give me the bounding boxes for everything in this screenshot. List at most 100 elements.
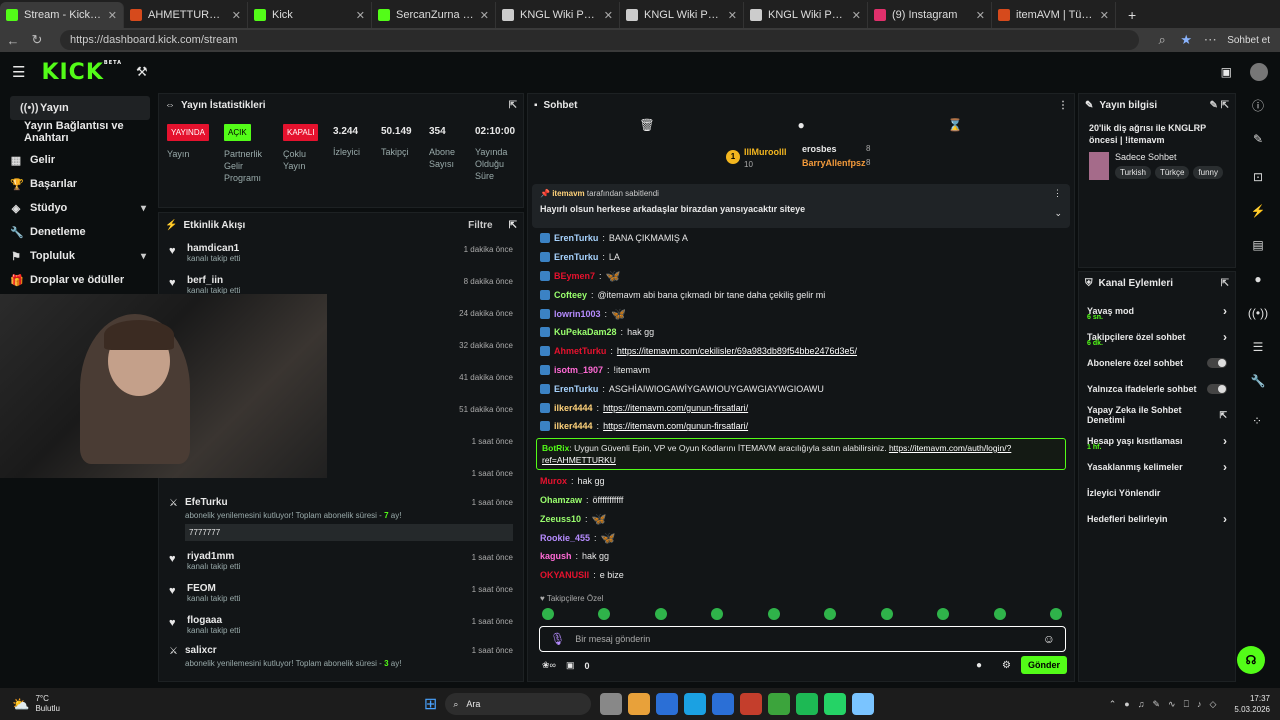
new-tab-icon[interactable]: + xyxy=(1128,7,1136,23)
taskbar-app-icon[interactable] xyxy=(600,693,623,715)
channel-action[interactable]: Yavaş mod 6 sn. › xyxy=(1079,298,1235,324)
url-field[interactable]: https://dashboard.kick.com/stream xyxy=(60,30,1140,50)
star-icon[interactable]: ★ xyxy=(1179,32,1193,48)
browser-tab[interactable]: (9) Instagram ✕ xyxy=(868,2,992,28)
tag-pill[interactable]: Türkçe xyxy=(1154,166,1190,179)
close-icon[interactable]: ✕ xyxy=(852,9,861,22)
bolt-icon[interactable]: ⚡ xyxy=(1238,199,1278,223)
toggle-switch[interactable] xyxy=(1207,384,1227,394)
extensions-icon[interactable]: ⋯ xyxy=(1203,32,1217,48)
browser-tab[interactable]: Kick ✕ xyxy=(248,2,372,28)
emoji-icon[interactable]: ☺ xyxy=(1043,632,1055,646)
activity-user[interactable]: EfeTurku xyxy=(185,497,515,508)
send-button[interactable]: Gönder xyxy=(1021,656,1067,674)
emote-icon[interactable] xyxy=(1049,608,1062,620)
sidebar-item[interactable]: ⚑ Topluluk ▾ xyxy=(0,244,156,268)
channel-action[interactable]: Takipçilere özel sohbet 6 dk. › xyxy=(1079,324,1235,350)
chat-settings-icon[interactable]: ● xyxy=(976,660,982,671)
chat-username[interactable]: AhmetTurku xyxy=(554,345,606,357)
hammer-icon[interactable]: ⚒ xyxy=(136,64,148,80)
channel-action[interactable]: Hesap yaşı kısıtlaması 1 hf. › xyxy=(1079,428,1235,454)
close-icon[interactable]: ✕ xyxy=(480,9,489,22)
pencil-icon[interactable]: ✎ xyxy=(1238,127,1278,151)
sidebar-item[interactable]: Yayın Bağlantısı ve Anahtarı xyxy=(0,120,156,144)
category-name[interactable]: Sadece Sohbet xyxy=(1115,152,1223,162)
browser-tab[interactable]: AHMETTURKU X ITEMAVM ✕ xyxy=(124,2,248,28)
close-icon[interactable]: ✕ xyxy=(232,9,241,22)
edit-icon[interactable]: ✎ ⇱ xyxy=(1209,100,1229,111)
chat-username[interactable]: BEymen7 xyxy=(554,270,595,282)
chat-link[interactable]: https://itemavm.com/gunun-firsatlari/ xyxy=(603,402,748,414)
menu-icon[interactable]: ☰ xyxy=(12,63,25,81)
sliders-icon[interactable]: ☰ xyxy=(1238,335,1278,359)
taskbar-search[interactable]: ⌕ Ara xyxy=(445,693,592,715)
emote-icon[interactable] xyxy=(993,608,1006,620)
bot-username[interactable]: BotRix xyxy=(542,443,569,453)
sidebar-item[interactable]: ((•)) Yayın xyxy=(10,96,150,120)
chat-username[interactable]: isotm_1907 xyxy=(554,364,603,376)
emote-icon[interactable] xyxy=(937,608,950,620)
sidebar-item[interactable]: ◈ Stüdyo ▾ xyxy=(0,196,156,220)
chat-username[interactable]: Murox xyxy=(540,475,567,487)
profile-label[interactable]: Sohbet et xyxy=(1227,35,1270,46)
wrench-icon[interactable]: 🔧 xyxy=(1238,369,1278,393)
chat-username[interactable]: KuPekaDam28 xyxy=(554,326,617,338)
chat-username[interactable]: ErenTurku xyxy=(554,251,598,263)
emote-icon[interactable] xyxy=(542,608,554,620)
close-icon[interactable]: ✕ xyxy=(356,9,365,22)
trash-icon[interactable]: 🗑 xyxy=(639,118,654,132)
taskbar-app-icon[interactable] xyxy=(740,693,763,715)
mic-icon[interactable]: 🎙 xyxy=(550,632,565,646)
taskbar-app-icon[interactable] xyxy=(628,693,651,715)
windows-start-icon[interactable]: ⊞ xyxy=(424,694,437,714)
browser-tab[interactable]: KNGL Wiki Portal ✕ xyxy=(620,2,744,28)
browser-tab[interactable]: KNGL Wiki Portal ✕ xyxy=(744,2,868,28)
support-fab[interactable]: ☊ xyxy=(1237,646,1265,674)
hourglass-icon[interactable]: ⌛ xyxy=(948,118,963,132)
close-icon[interactable]: ✕ xyxy=(1100,9,1109,22)
sidebar-item[interactable]: ▦ Gelir xyxy=(0,148,156,172)
channel-action[interactable]: Yalnızca ifadelerle sohbet xyxy=(1079,376,1235,402)
taskbar-app-icon[interactable] xyxy=(656,693,679,715)
pinned-message[interactable]: 📌 itemavm tarafından sabitlendi Hayırlı … xyxy=(532,184,1070,228)
emote-icon[interactable] xyxy=(598,608,611,620)
chat-username[interactable]: Rookie_455 xyxy=(540,532,590,544)
popout-icon[interactable]: ⇱ xyxy=(509,220,517,231)
emote-icon[interactable] xyxy=(824,608,837,620)
chevron-down-icon[interactable]: ⌄ xyxy=(1054,208,1062,219)
tag-pill[interactable]: funny xyxy=(1193,166,1223,179)
chat-username[interactable]: Zeeuss10 xyxy=(540,513,581,525)
channel-action[interactable]: İzleyici Yönlendir xyxy=(1079,480,1235,506)
channel-action[interactable]: Yasaklanmış kelimeler › xyxy=(1079,454,1235,480)
sidebar-item[interactable]: 🔧 Denetleme xyxy=(0,220,156,244)
chat-username[interactable]: ErenTurku xyxy=(554,383,598,395)
taskbar-app-icon[interactable] xyxy=(684,693,707,715)
chat-username[interactable]: ErenTurku xyxy=(554,232,598,244)
browser-tab[interactable]: KNGL Wiki Portal ✕ xyxy=(496,2,620,28)
kick-logo[interactable]: KICKBETA xyxy=(41,60,122,85)
taskbar-app-icon[interactable] xyxy=(852,693,875,715)
channel-action[interactable]: Hedefleri belirleyin › xyxy=(1079,506,1235,532)
close-icon[interactable]: ✕ xyxy=(108,9,117,22)
chat-link[interactable]: https://itemavm.com/cekilisler/69a983db8… xyxy=(617,345,857,357)
treasure-icon[interactable]: ▣ xyxy=(566,660,575,671)
camera-icon[interactable]: ▣ xyxy=(1221,65,1232,79)
chat-bubble-icon[interactable]: ● xyxy=(798,118,805,132)
gifts-icon[interactable]: ❀∞ xyxy=(542,660,556,671)
tag-pill[interactable]: Turkish xyxy=(1115,166,1151,179)
chat-username[interactable]: ilker4444 xyxy=(554,420,593,432)
taskbar-app-icon[interactable] xyxy=(768,693,791,715)
chat-icon[interactable]: ● xyxy=(1238,267,1278,291)
chat-username[interactable]: lowrin1003 xyxy=(554,308,601,320)
browser-tab[interactable]: itemAVM | Türkiye'nin # ✕ xyxy=(992,2,1116,28)
popout-icon[interactable]: ⇱ xyxy=(1221,278,1229,289)
capture-icon[interactable]: ⊡ xyxy=(1238,165,1278,189)
avatar[interactable] xyxy=(1250,63,1268,81)
taskbar-app-icon[interactable] xyxy=(824,693,847,715)
clipboard-icon[interactable]: ▤ xyxy=(1238,233,1278,257)
chat-input[interactable]: 🎙 Bir mesaj gönderin ☺ xyxy=(539,626,1066,652)
sidebar-item[interactable]: 🏆 Başarılar xyxy=(0,172,156,196)
more-icon[interactable]: ⋮ xyxy=(1053,188,1062,199)
info-icon[interactable]: ⓘ xyxy=(1238,93,1278,117)
settings-dots-icon[interactable]: ⁘ xyxy=(1252,414,1262,428)
